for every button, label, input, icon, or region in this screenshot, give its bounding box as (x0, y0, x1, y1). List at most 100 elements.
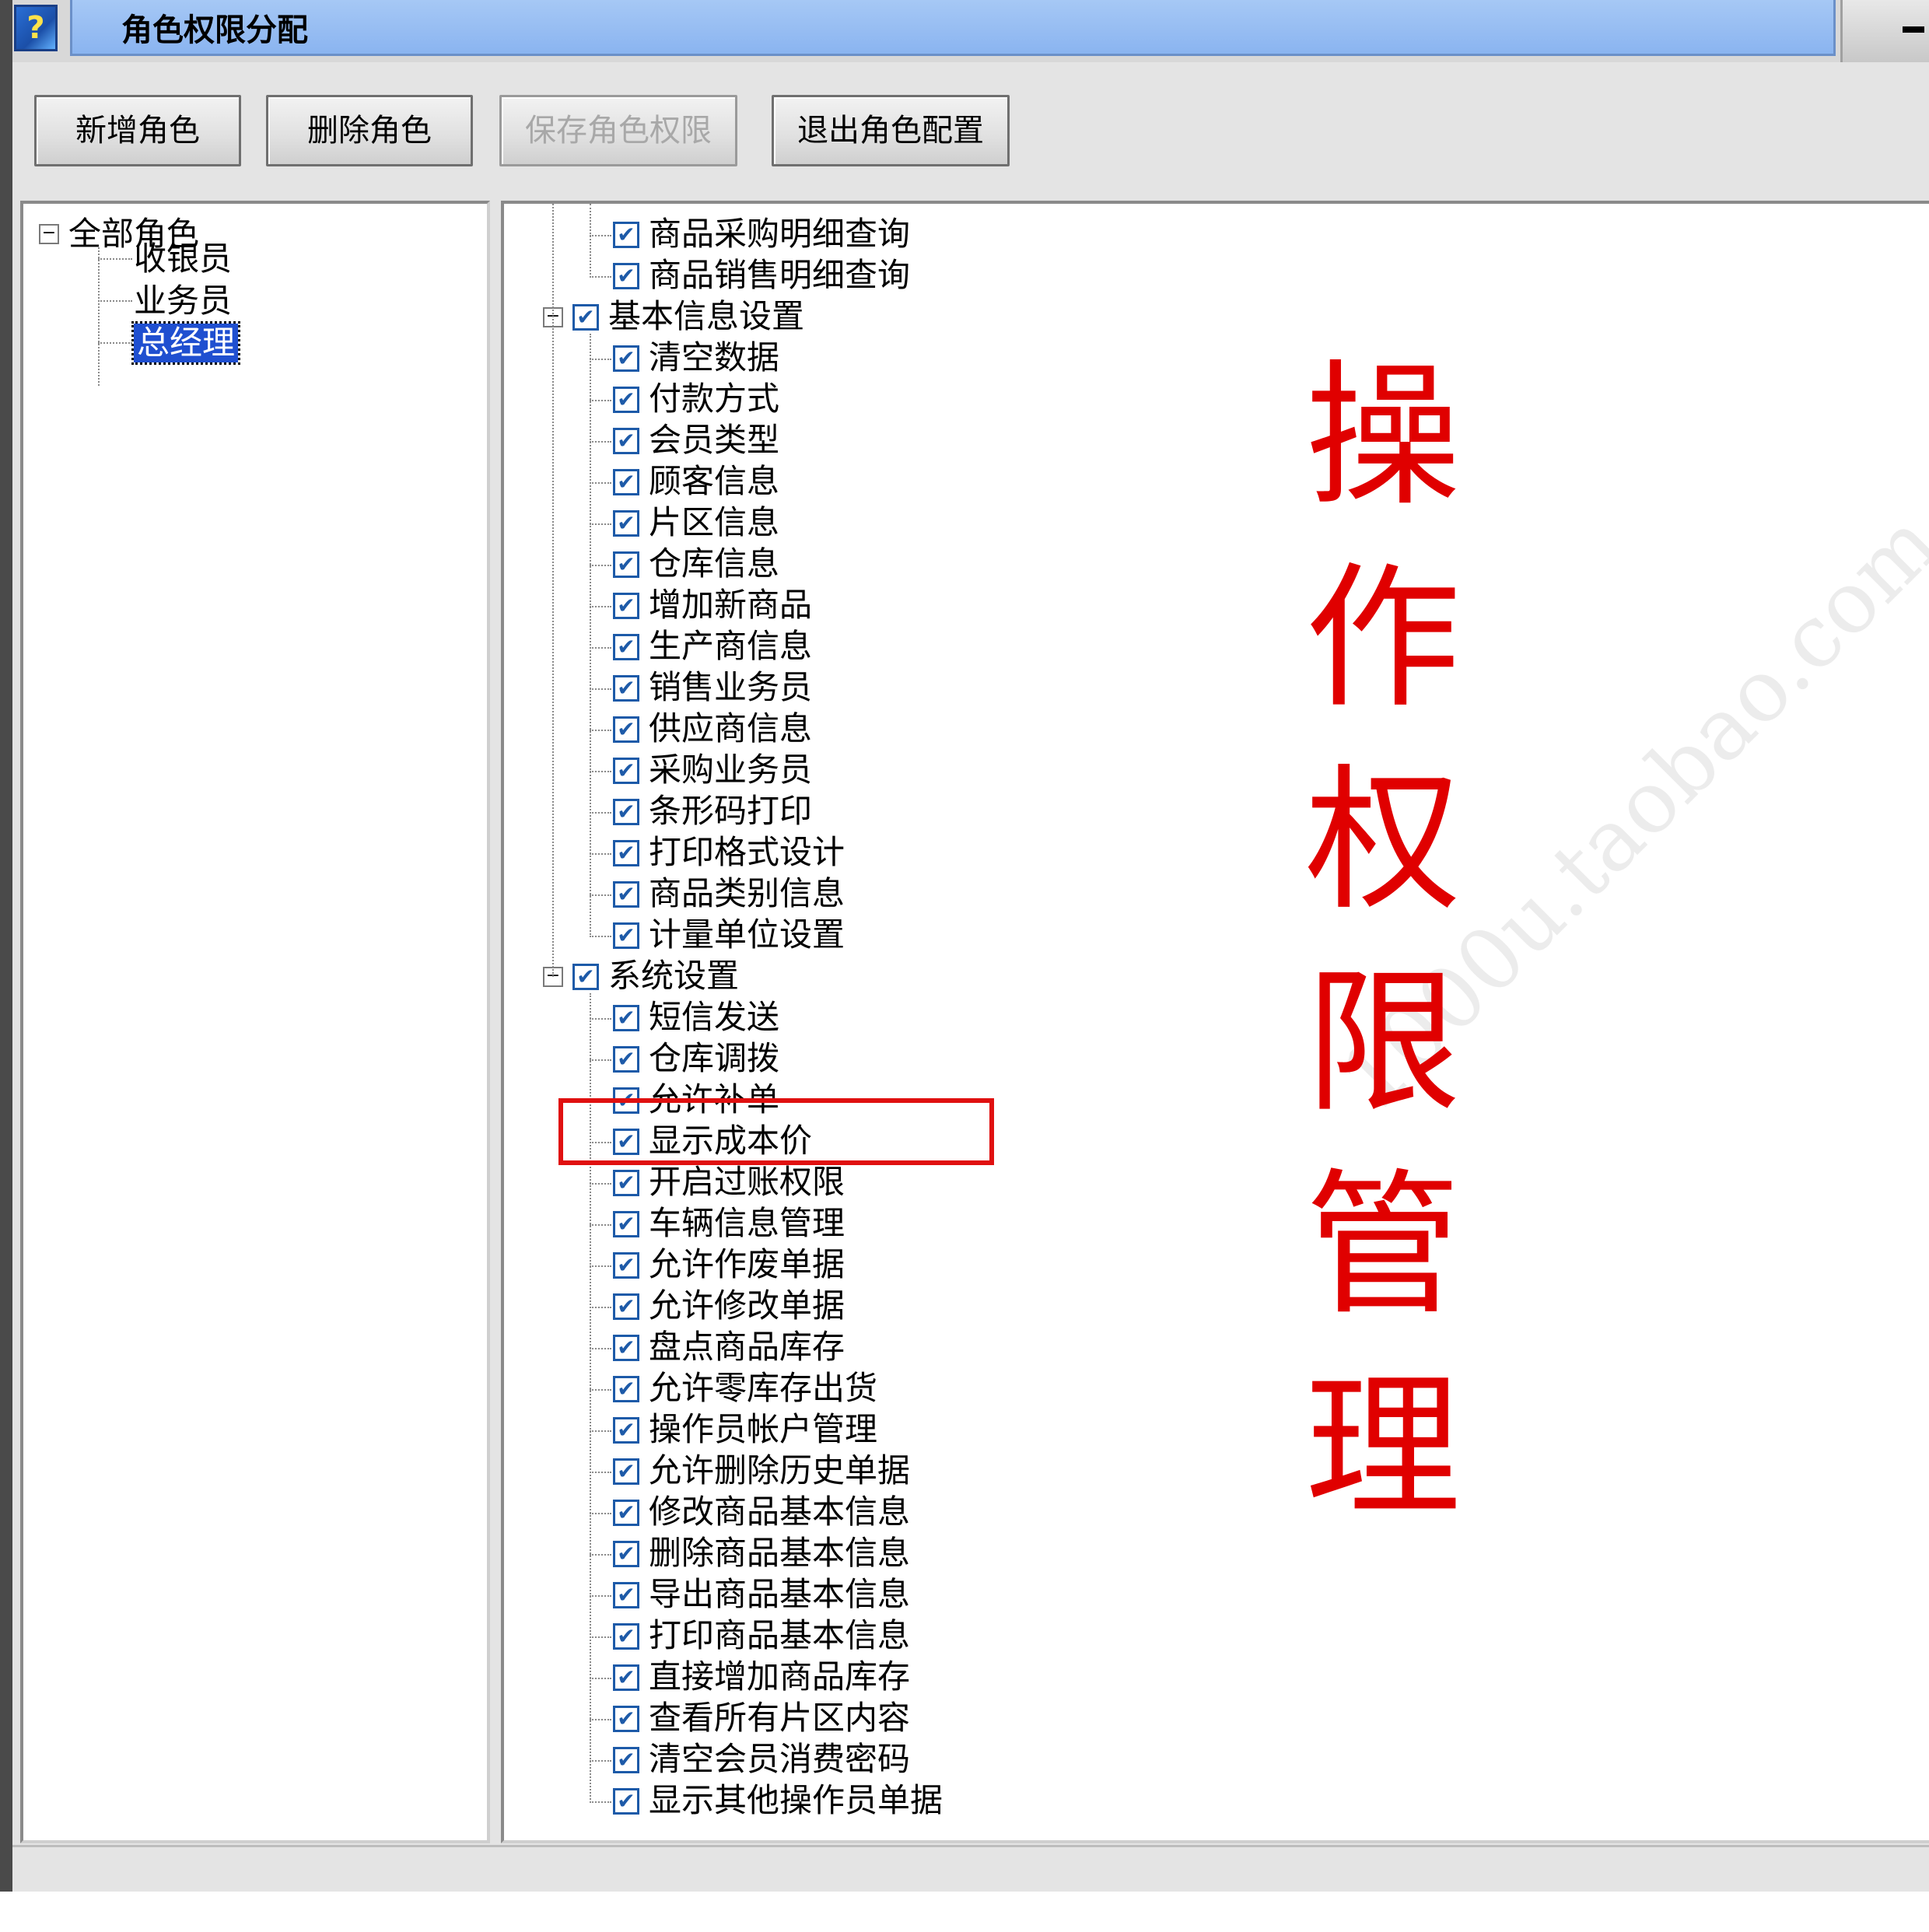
permission-item[interactable]: 短信发送 (649, 998, 779, 1037)
permission-item[interactable]: 允许删除历史单据 (649, 1451, 910, 1490)
checkbox[interactable]: ✔ (613, 1623, 639, 1650)
permission-item[interactable]: 盘点商品库存 (649, 1328, 845, 1367)
tree-line (98, 258, 132, 260)
permission-item[interactable]: 修改商品基本信息 (649, 1493, 910, 1531)
checkbox[interactable]: ✔ (613, 1500, 639, 1526)
checkbox[interactable]: ✔ (613, 634, 639, 660)
status-bar (12, 1845, 1929, 1892)
checkbox[interactable]: ✔ (613, 345, 639, 372)
checkbox[interactable]: ✔ (613, 758, 639, 784)
checkbox[interactable]: ✔ (613, 1706, 639, 1732)
permission-item[interactable]: 商品销售明细查询 (649, 256, 910, 295)
window-controls (1840, 0, 1929, 62)
checkbox[interactable]: ✔ (613, 222, 639, 248)
tree-line (590, 359, 611, 360)
checkbox[interactable]: ✔ (613, 1170, 639, 1196)
tree-line (590, 1801, 611, 1803)
permission-item[interactable]: 仓库信息 (649, 544, 779, 583)
checkbox[interactable]: ✔ (613, 799, 639, 825)
permission-item[interactable]: 允许修改单据 (649, 1286, 845, 1325)
permission-item[interactable]: 查看所有片区内容 (649, 1699, 910, 1738)
tree-line (590, 1636, 611, 1638)
tree-line (590, 523, 611, 525)
tree-line (590, 1307, 611, 1308)
checkbox[interactable]: ✔ (613, 675, 639, 702)
permission-item[interactable]: 增加新商品 (649, 586, 812, 625)
checkbox[interactable]: ✔ (613, 263, 639, 289)
checkbox[interactable]: ✔ (613, 840, 639, 866)
checkbox[interactable]: ✔ (613, 469, 639, 495)
permission-item[interactable]: 顾客信息 (649, 462, 779, 501)
tree-line (590, 1183, 611, 1185)
permission-item[interactable]: 付款方式 (649, 380, 779, 418)
permission-item[interactable]: 打印商品基本信息 (649, 1616, 910, 1655)
exit-config-button[interactable]: 退出角色配置 (772, 95, 1010, 166)
checkbox[interactable]: ✔ (613, 593, 639, 619)
checkbox[interactable]: ✔ (613, 1541, 639, 1567)
checkbox[interactable]: ✔ (613, 1211, 639, 1237)
checkbox[interactable]: ✔ (613, 922, 639, 949)
permission-item[interactable]: 计量单位设置 (649, 915, 845, 954)
title-bar[interactable]: ? 角色权限分配 (12, 0, 1929, 62)
permission-item[interactable]: 供应商信息 (649, 709, 812, 748)
tree-line (590, 853, 611, 855)
permission-group[interactable]: 基本信息设置 (608, 297, 804, 336)
permission-item[interactable]: 清空数据 (649, 338, 779, 377)
permission-item[interactable]: 销售业务员 (649, 668, 812, 707)
checkbox[interactable]: ✔ (572, 304, 599, 331)
permission-item[interactable]: 清空会员消费密码 (649, 1740, 910, 1779)
checkbox[interactable]: ✔ (613, 428, 639, 454)
permission-item[interactable]: 删除商品基本信息 (649, 1534, 910, 1573)
tree-line (590, 1265, 611, 1267)
permission-item[interactable]: 片区信息 (649, 503, 779, 542)
checkbox[interactable]: ✔ (613, 1582, 639, 1608)
checkbox[interactable]: ✔ (613, 1788, 639, 1815)
permission-group[interactable]: 系统设置 (608, 957, 739, 996)
checkbox[interactable]: ✔ (613, 1664, 639, 1691)
permission-item[interactable]: 导出商品基本信息 (649, 1575, 910, 1614)
role-item-general-manager[interactable]: 总经理 (131, 321, 241, 365)
permission-item[interactable]: 会员类型 (649, 421, 779, 460)
permission-item[interactable]: 车辆信息管理 (649, 1204, 845, 1243)
permission-item[interactable]: 条形码打印 (649, 792, 812, 831)
role-item-cashier[interactable]: 收银员 (134, 240, 232, 278)
checkbox[interactable]: ✔ (613, 1747, 639, 1773)
checkbox[interactable]: ✔ (613, 1417, 639, 1444)
checkbox[interactable]: ✔ (572, 964, 599, 990)
checkbox[interactable]: ✔ (613, 1458, 639, 1485)
minimize-icon[interactable] (1903, 26, 1924, 33)
permission-item[interactable]: 显示其他操作员单据 (649, 1781, 943, 1820)
tree-line (98, 247, 100, 386)
tree-line (590, 1389, 611, 1391)
checkbox[interactable]: ✔ (613, 881, 639, 908)
delete-role-button[interactable]: 删除角色 (266, 95, 473, 166)
permission-item[interactable]: 直接增加商品库存 (649, 1657, 910, 1696)
permission-item[interactable]: 生产商信息 (649, 627, 812, 666)
save-permissions-button[interactable]: 保存角色权限 (499, 95, 737, 166)
add-role-button[interactable]: 新增角色 (34, 95, 241, 166)
permission-item[interactable]: 仓库调拨 (649, 1039, 779, 1078)
checkbox[interactable]: ✔ (613, 1046, 639, 1073)
checkbox[interactable]: ✔ (613, 1376, 639, 1402)
role-item-salesman[interactable]: 业务员 (134, 282, 232, 320)
checkbox[interactable]: ✔ (613, 1252, 639, 1279)
permission-item[interactable]: 开启过账权限 (649, 1163, 845, 1202)
checkbox[interactable]: ✔ (613, 551, 639, 578)
checkbox[interactable]: ✔ (613, 1005, 639, 1031)
permission-item[interactable]: 打印格式设计 (649, 833, 845, 872)
permission-item[interactable]: 采购业务员 (649, 751, 812, 789)
checkbox[interactable]: ✔ (613, 1335, 639, 1361)
permission-item[interactable]: 允许零库存出货 (649, 1369, 877, 1408)
permission-item[interactable]: 商品采购明细查询 (649, 215, 910, 254)
checkbox[interactable]: ✔ (613, 510, 639, 537)
collapse-icon[interactable]: − (39, 224, 59, 244)
app-logo-icon: ? (14, 5, 58, 51)
tree-line (590, 1059, 611, 1061)
permission-item[interactable]: 允许作废单据 (649, 1245, 845, 1284)
tree-line (590, 1018, 611, 1020)
checkbox[interactable]: ✔ (613, 716, 639, 743)
checkbox[interactable]: ✔ (613, 387, 639, 413)
checkbox[interactable]: ✔ (613, 1293, 639, 1320)
permission-item[interactable]: 商品类别信息 (649, 874, 845, 913)
permission-item[interactable]: 操作员帐户管理 (649, 1410, 877, 1449)
